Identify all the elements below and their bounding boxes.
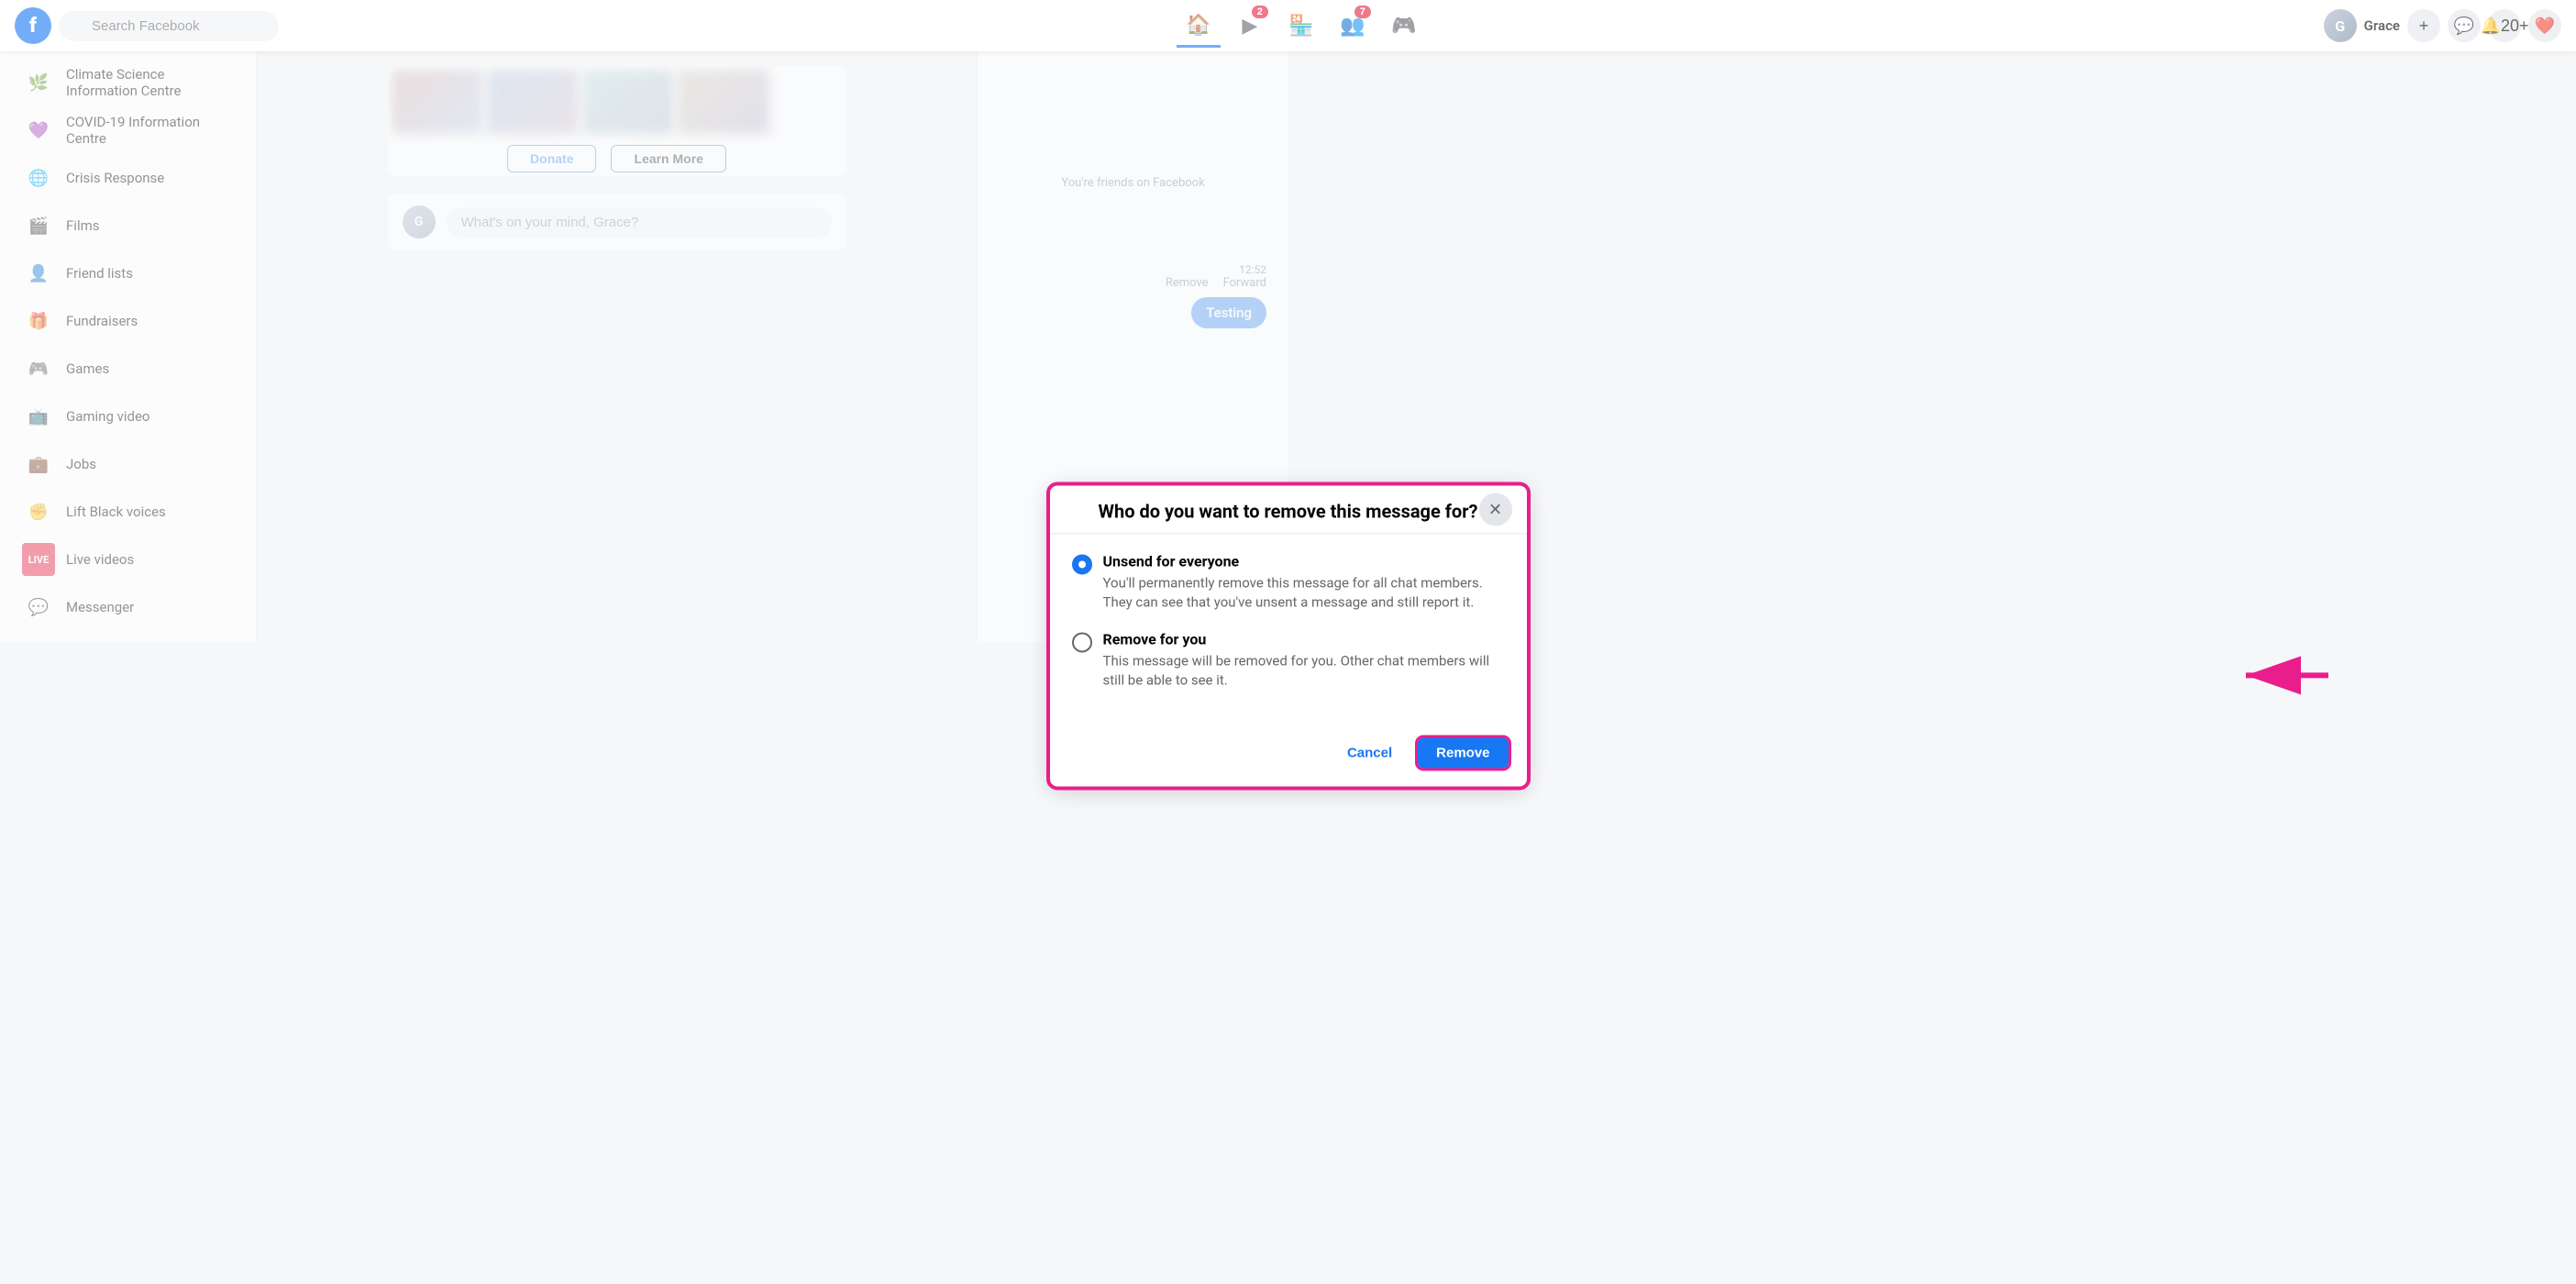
modal-header: Who do you want to remove this message f… (1050, 485, 1527, 534)
option-1-desc: You'll permanently remove this message f… (1103, 573, 1505, 612)
option-2-text: Remove for you This message will be remo… (1103, 630, 1505, 690)
modal-title: Who do you want to remove this message f… (1099, 500, 1478, 522)
cancel-button[interactable]: Cancel (1332, 737, 1407, 768)
option-1-text: Unsend for everyone You'll permanently r… (1103, 552, 1505, 612)
modal-close-button[interactable]: ✕ (1479, 493, 1512, 526)
option-1-title: Unsend for everyone (1103, 552, 1505, 570)
option-remove-for-you-row: Remove for you This message will be remo… (1072, 630, 1505, 690)
modal-footer: Cancel Remove (1050, 726, 1527, 786)
remove-button[interactable]: Remove (1418, 737, 1508, 768)
radio-remove-for-you[interactable] (1072, 632, 1092, 652)
option-unsend-everyone-row: Unsend for everyone You'll permanently r… (1072, 552, 1505, 612)
option-2-desc: This message will be removed for you. Ot… (1103, 651, 1505, 690)
radio-unsend-everyone[interactable] (1072, 554, 1092, 574)
modal-body: Unsend for everyone You'll permanently r… (1050, 534, 1527, 726)
option-2-title: Remove for you (1103, 630, 1505, 648)
remove-message-modal: Who do you want to remove this message f… (1050, 485, 1527, 786)
